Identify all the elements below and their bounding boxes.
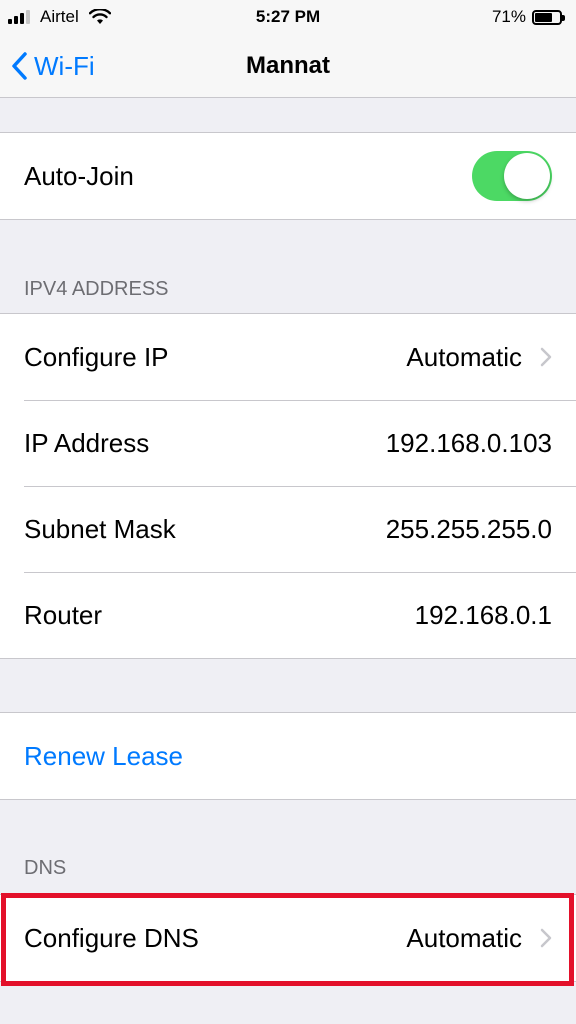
subnet-mask-row: Subnet Mask 255.255.255.0 bbox=[0, 486, 576, 572]
status-right: 71% bbox=[491, 7, 565, 27]
toggle-knob bbox=[504, 153, 550, 199]
highlight-box bbox=[1, 893, 574, 986]
battery-percentage: 71% bbox=[491, 7, 526, 26]
renew-lease-label: Renew Lease bbox=[24, 740, 183, 771]
ipv4-section-header: IPV4 ADDRESS bbox=[24, 278, 169, 300]
auto-join-row: Auto-Join bbox=[0, 133, 576, 219]
router-label: Router bbox=[24, 599, 103, 630]
router-row: Router 192.168.0.1 bbox=[0, 572, 576, 658]
ipv4-group: Configure IP Automatic IP Address 192.16… bbox=[0, 313, 576, 659]
subnet-mask-label: Subnet Mask bbox=[24, 513, 176, 544]
battery-icon bbox=[532, 9, 565, 25]
renew-lease-button[interactable]: Renew Lease bbox=[0, 713, 576, 799]
configure-ip-value: Automatic bbox=[406, 341, 522, 372]
chevron-right-icon bbox=[540, 347, 552, 367]
status-bar: Airtel 5:27 PM 71% bbox=[0, 0, 576, 36]
ip-address-row: IP Address 192.168.0.103 bbox=[0, 400, 576, 486]
configure-ip-row[interactable]: Configure IP Automatic bbox=[0, 314, 576, 400]
router-value: 192.168.0.1 bbox=[414, 599, 552, 630]
subnet-mask-value: 255.255.255.0 bbox=[385, 513, 552, 544]
navigation-bar: Wi-Fi Mannat bbox=[0, 36, 576, 98]
dns-section-header: DNS bbox=[24, 857, 67, 879]
ip-address-value: 192.168.0.103 bbox=[385, 427, 552, 458]
configure-ip-label: Configure IP bbox=[24, 341, 169, 372]
renew-lease-group: Renew Lease bbox=[0, 712, 576, 800]
auto-join-toggle[interactable] bbox=[472, 151, 552, 201]
battery-fill bbox=[535, 12, 553, 22]
auto-join-group: Auto-Join bbox=[0, 132, 576, 220]
ip-address-label: IP Address bbox=[24, 427, 150, 458]
page-title: Mannat bbox=[246, 52, 330, 79]
status-time: 5:27 PM bbox=[255, 7, 321, 26]
auto-join-label: Auto-Join bbox=[24, 160, 134, 191]
